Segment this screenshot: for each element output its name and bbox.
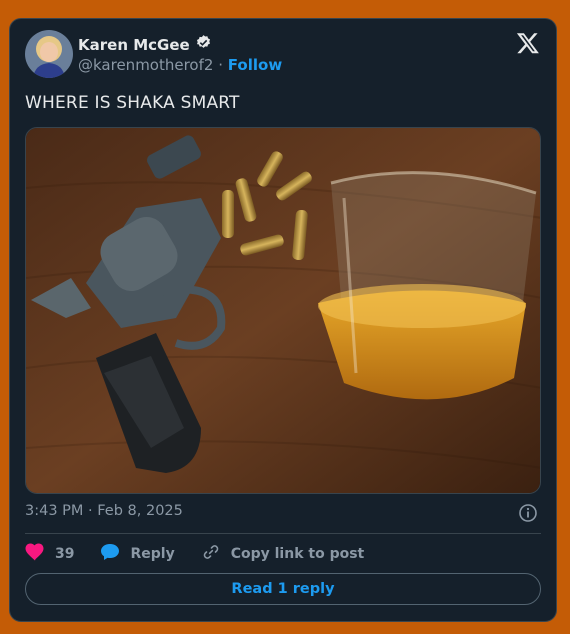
- like-button[interactable]: 39: [25, 543, 74, 565]
- verified-badge-icon: [195, 34, 212, 55]
- author-name[interactable]: Karen McGee: [78, 36, 190, 54]
- tweet-card: Karen McGee @karenmotherof2 · Follow WHE…: [9, 18, 557, 622]
- divider: [25, 533, 541, 534]
- avatar[interactable]: [25, 30, 73, 78]
- reply-bubble-icon: [100, 543, 120, 565]
- heart-icon: [25, 543, 45, 565]
- author-handle[interactable]: @karenmotherof2: [78, 56, 213, 74]
- follow-button[interactable]: Follow: [228, 56, 282, 74]
- reply-label: Reply: [130, 546, 175, 562]
- link-icon: [201, 543, 221, 565]
- tweet-timestamp[interactable]: 3:43 PM · Feb 8, 2025: [25, 503, 183, 519]
- handle-separator: ·: [218, 56, 223, 74]
- copy-link-label: Copy link to post: [230, 546, 365, 562]
- tweet-image[interactable]: [25, 127, 541, 494]
- reply-button[interactable]: Reply: [100, 543, 175, 565]
- copy-link-button[interactable]: Copy link to post: [201, 543, 365, 565]
- likes-count: 39: [55, 546, 75, 562]
- x-logo-icon[interactable]: [516, 31, 540, 55]
- info-icon[interactable]: [518, 503, 538, 523]
- read-reply-button[interactable]: Read 1 reply: [25, 573, 541, 605]
- tweet-text: WHERE IS SHAKA SMART: [25, 93, 240, 113]
